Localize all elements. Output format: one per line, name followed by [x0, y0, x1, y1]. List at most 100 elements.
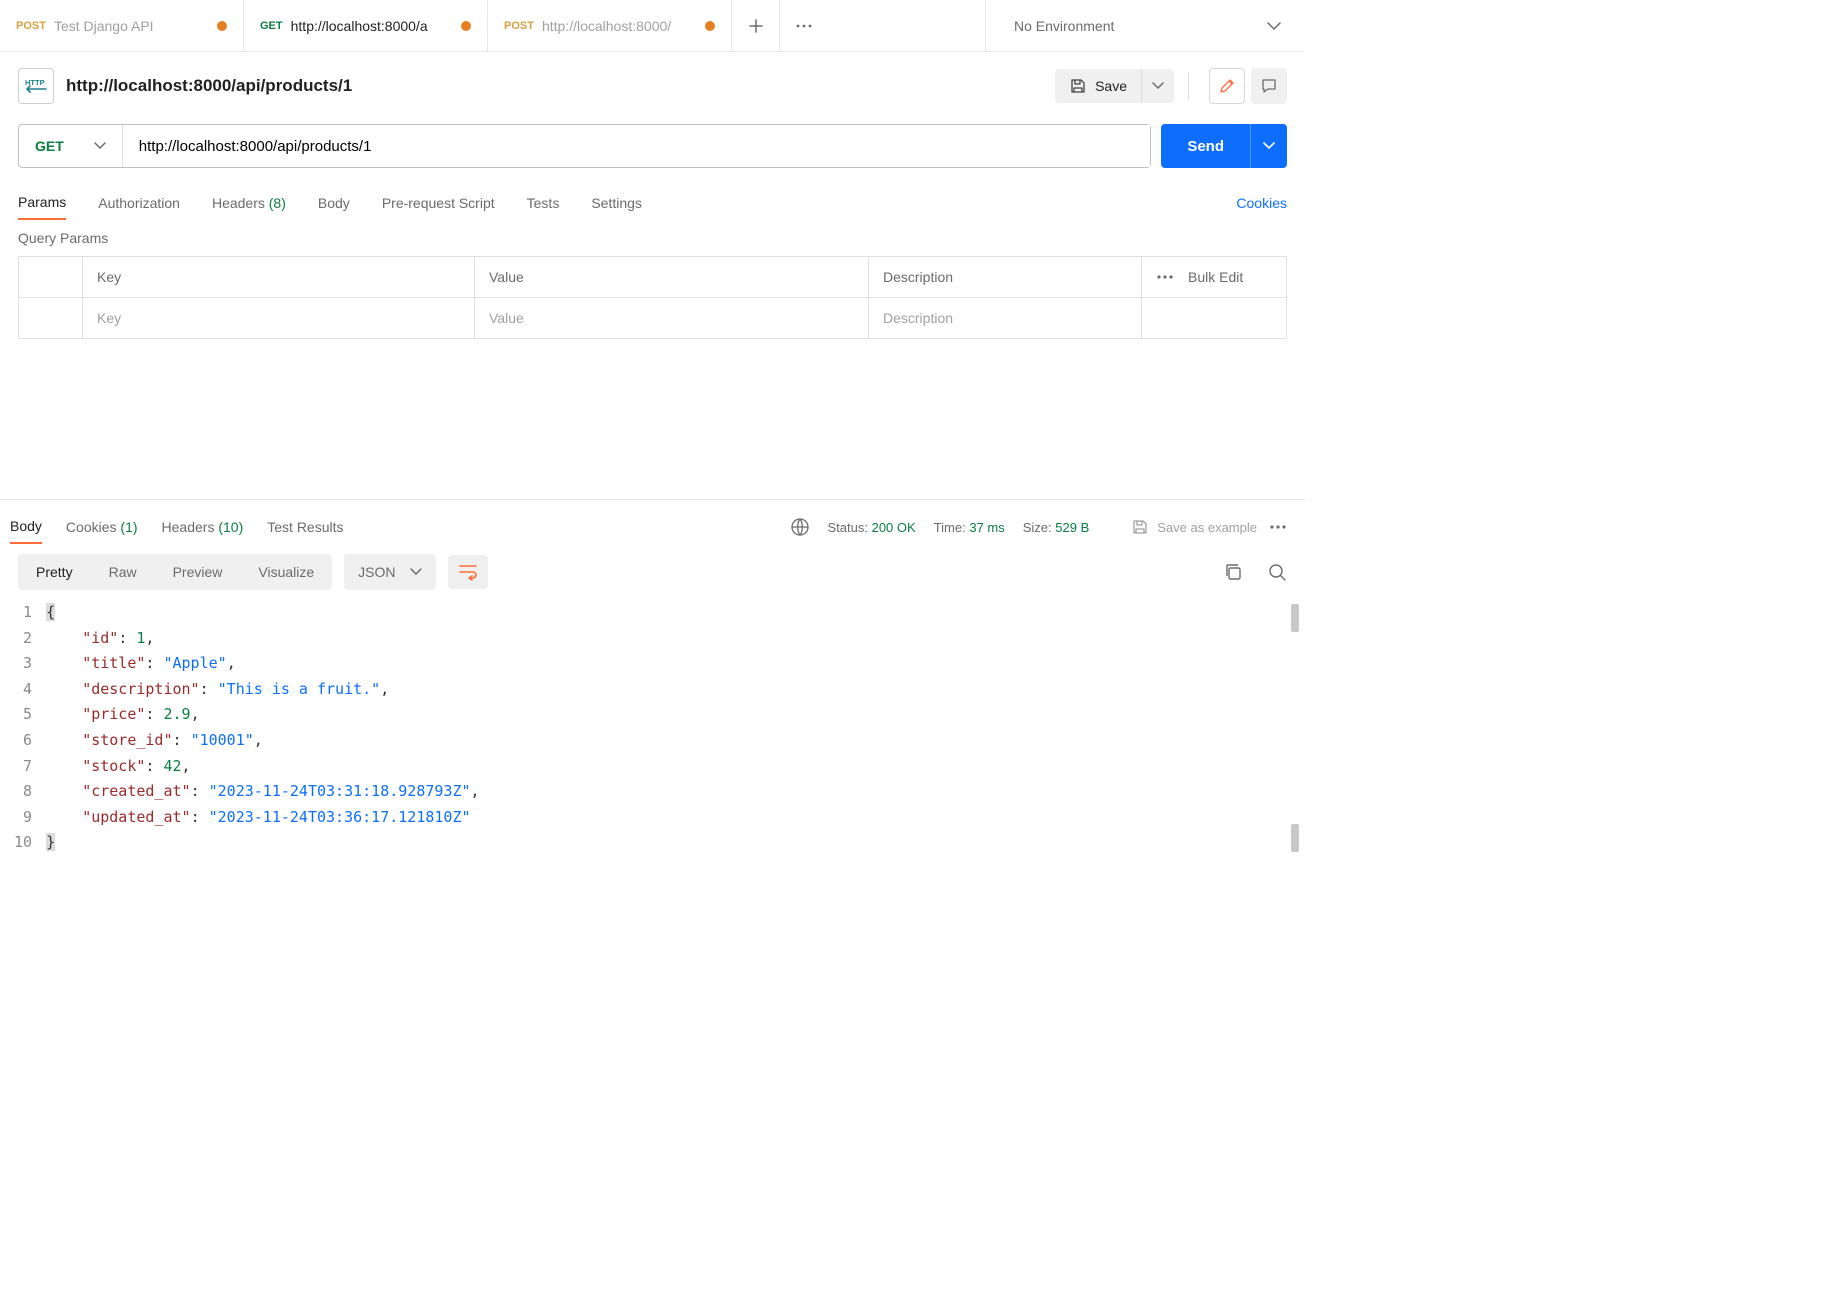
request-header: HTTP http://localhost:8000/api/products/…	[0, 52, 1305, 114]
environment-label: No Environment	[1014, 18, 1114, 34]
tab-options-button[interactable]	[780, 0, 828, 52]
params-header-row: Key Value Description Bulk Edit	[19, 257, 1286, 298]
resp-headers-label: Headers	[162, 519, 215, 535]
svg-text:HTTP: HTTP	[25, 78, 45, 87]
save-icon	[1069, 77, 1087, 95]
send-button[interactable]: Send	[1161, 124, 1250, 168]
more-horizontal-icon[interactable]	[1269, 525, 1287, 529]
send-dropdown[interactable]	[1250, 124, 1287, 168]
request-tab[interactable]: POST http://localhost:8000/	[488, 0, 732, 51]
tab-authorization[interactable]: Authorization	[98, 187, 180, 219]
resp-cookies-count: (1)	[120, 519, 137, 535]
more-horizontal-icon	[795, 24, 813, 28]
tab-tests[interactable]: Tests	[527, 187, 560, 219]
tab-method: GET	[260, 20, 283, 32]
view-visualize[interactable]: Visualize	[240, 554, 332, 590]
method-select[interactable]: GET	[19, 125, 123, 167]
tab-headers-label: Headers	[212, 195, 265, 211]
chevron-down-icon	[1152, 82, 1164, 90]
chevron-down-icon	[1267, 22, 1281, 31]
tab-method: POST	[504, 20, 534, 32]
unsaved-indicator-icon	[461, 21, 471, 31]
save-as-example-button[interactable]: Save as example	[1131, 518, 1257, 536]
method-label: GET	[35, 138, 64, 154]
save-example-label: Save as example	[1157, 520, 1257, 535]
chevron-down-icon	[1263, 142, 1275, 150]
save-label: Save	[1095, 78, 1127, 94]
url-input[interactable]	[123, 125, 1151, 167]
more-horizontal-icon[interactable]	[1156, 275, 1174, 279]
save-icon	[1131, 518, 1149, 536]
col-value: Value	[475, 257, 869, 297]
response-tabs: Body Cookies (1) Headers (10) Test Resul…	[0, 500, 1305, 544]
chevron-down-icon	[410, 568, 422, 576]
resp-tab-headers[interactable]: Headers (10)	[162, 511, 244, 543]
resp-tab-cookies[interactable]: Cookies (1)	[66, 511, 138, 543]
view-preview[interactable]: Preview	[155, 554, 241, 590]
time: Time: 37 ms	[934, 520, 1005, 535]
tab-body[interactable]: Body	[318, 187, 350, 219]
response-view-controls: Pretty Raw Preview Visualize JSON	[0, 544, 1305, 600]
format-select[interactable]: JSON	[344, 554, 435, 590]
tab-title: Test Django API	[54, 18, 209, 34]
wrap-icon	[458, 563, 478, 581]
save-button[interactable]: Save	[1055, 69, 1141, 103]
request-subtabs: Params Authorization Headers (8) Body Pr…	[0, 178, 1305, 220]
view-raw[interactable]: Raw	[91, 554, 155, 590]
resp-cookies-label: Cookies	[66, 519, 117, 535]
params-input-row[interactable]: Key Value Description	[19, 298, 1286, 338]
resp-headers-count: (10)	[218, 519, 243, 535]
params-table: Key Value Description Bulk Edit Key Valu…	[18, 256, 1287, 339]
new-tab-button[interactable]	[732, 0, 780, 52]
scrollbar-thumb[interactable]	[1291, 824, 1299, 852]
response-meta: Status: 200 OK Time: 37 ms Size: 529 B S…	[790, 517, 1288, 537]
scrollbar-thumb[interactable]	[1291, 604, 1299, 632]
tab-headers[interactable]: Headers (8)	[212, 187, 286, 219]
edit-button[interactable]	[1209, 68, 1245, 104]
view-pretty[interactable]: Pretty	[18, 554, 91, 590]
comment-button[interactable]	[1251, 68, 1287, 104]
format-label: JSON	[358, 564, 395, 580]
http-icon: HTTP	[18, 68, 54, 104]
request-tab[interactable]: POST Test Django API	[0, 0, 244, 51]
code-content: { "id": 1, "title": "Apple", "descriptio…	[46, 600, 1297, 856]
value-input[interactable]: Value	[475, 298, 869, 338]
response-body[interactable]: 12345678910 { "id": 1, "title": "Apple",…	[0, 600, 1305, 856]
copy-icon[interactable]	[1223, 562, 1243, 582]
col-key: Key	[83, 257, 475, 297]
plus-icon	[747, 17, 765, 35]
request-tabs-bar: POST Test Django API GET http://localhost:8…	[0, 0, 1305, 52]
tab-controls	[732, 0, 828, 51]
tab-settings[interactable]: Settings	[591, 187, 642, 219]
search-icon[interactable]	[1267, 562, 1287, 582]
key-input[interactable]: Key	[83, 298, 475, 338]
size: Size: 529 B	[1023, 520, 1090, 535]
pencil-icon	[1218, 77, 1236, 95]
save-dropdown[interactable]	[1141, 69, 1174, 103]
line-gutter: 12345678910	[0, 600, 46, 856]
resp-tab-test-results[interactable]: Test Results	[267, 511, 343, 543]
request-name[interactable]: http://localhost:8000/api/products/1	[66, 76, 1055, 96]
wrap-lines-button[interactable]	[448, 555, 488, 589]
globe-icon[interactable]	[790, 517, 810, 537]
cookies-link[interactable]: Cookies	[1236, 195, 1287, 211]
col-description: Description	[869, 257, 1142, 297]
tab-title: http://localhost:8000/a	[291, 18, 453, 34]
url-row: GET Send	[0, 114, 1305, 178]
bulk-edit-link[interactable]: Bulk Edit	[1188, 269, 1243, 285]
tab-headers-count: (8)	[269, 195, 286, 211]
description-input[interactable]: Description	[869, 298, 1142, 338]
environment-select[interactable]: No Environment	[985, 0, 1305, 52]
tab-prerequest[interactable]: Pre-request Script	[382, 187, 495, 219]
status: Status: 200 OK	[828, 520, 916, 535]
request-tab[interactable]: GET http://localhost:8000/a	[244, 0, 488, 51]
tab-method: POST	[16, 20, 46, 32]
tab-title: http://localhost:8000/	[542, 18, 697, 34]
comment-icon	[1260, 77, 1278, 95]
col-actions: Bulk Edit	[1142, 257, 1286, 297]
resp-tab-body[interactable]: Body	[10, 510, 42, 544]
query-params-label: Query Params	[0, 220, 1305, 256]
url-box: GET	[18, 124, 1151, 168]
tab-params[interactable]: Params	[18, 186, 66, 220]
view-mode-segment: Pretty Raw Preview Visualize	[18, 554, 332, 590]
